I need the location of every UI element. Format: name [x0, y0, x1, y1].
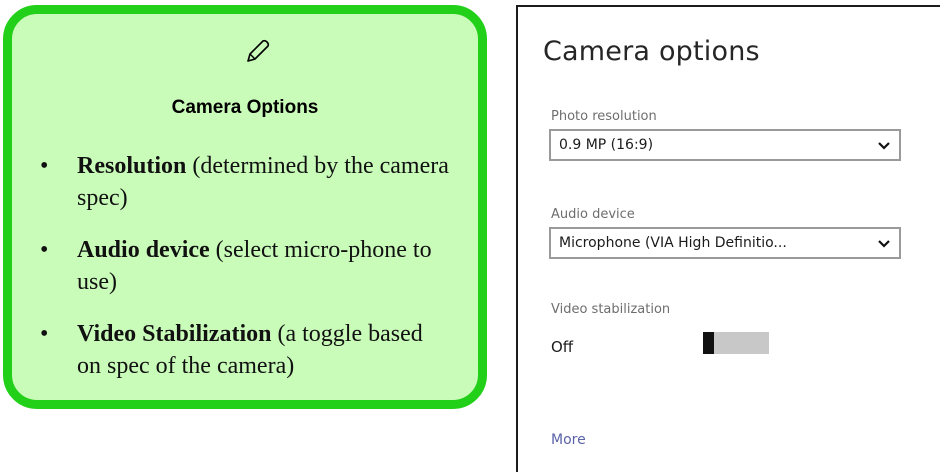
note-heading: Camera Options [171, 97, 319, 118]
photo-resolution-select[interactable]: 0.9 MP (16:9) [549, 129, 901, 161]
list-item-term: Audio device [77, 237, 210, 263]
chevron-down-icon [878, 142, 890, 150]
pencil-icon [247, 39, 270, 62]
more-link[interactable]: More [551, 432, 586, 448]
audio-device-select[interactable]: Microphone (VIA High Definitio... [549, 227, 901, 259]
bullet: • [40, 153, 49, 179]
list-item: • Audio device (select micro-phone to use… [12, 234, 452, 298]
bullet: • [40, 321, 49, 347]
audio-device-value: Microphone (VIA High Definitio... [559, 235, 787, 251]
chevron-down-icon [878, 240, 890, 248]
panel-title: Camera options [543, 36, 760, 67]
list-item-term: Video Stabilization [77, 321, 272, 347]
video-stabilization-label: Video stabilization [551, 302, 671, 317]
audio-device-label: Audio device [551, 207, 635, 222]
list-item: • Video Stabilization (a toggle based on … [12, 318, 452, 382]
video-stabilization-state: Off [551, 338, 574, 356]
list-item-term: Resolution [77, 153, 187, 179]
photo-resolution-value: 0.9 MP (16:9) [559, 137, 654, 153]
video-stabilization-toggle[interactable] [703, 332, 769, 354]
bullet: • [40, 237, 49, 263]
list-item: • Resolution (determined by the camera sp… [12, 150, 452, 214]
camera-options-panel: Camera options Photo resolution 0.9 MP (… [516, 5, 940, 472]
toggle-knob [703, 332, 714, 354]
camera-options-note: Camera Options • Resolution (determined b… [3, 5, 487, 409]
note-list: • Resolution (determined by the camera sp… [12, 150, 452, 402]
photo-resolution-label: Photo resolution [551, 109, 657, 124]
